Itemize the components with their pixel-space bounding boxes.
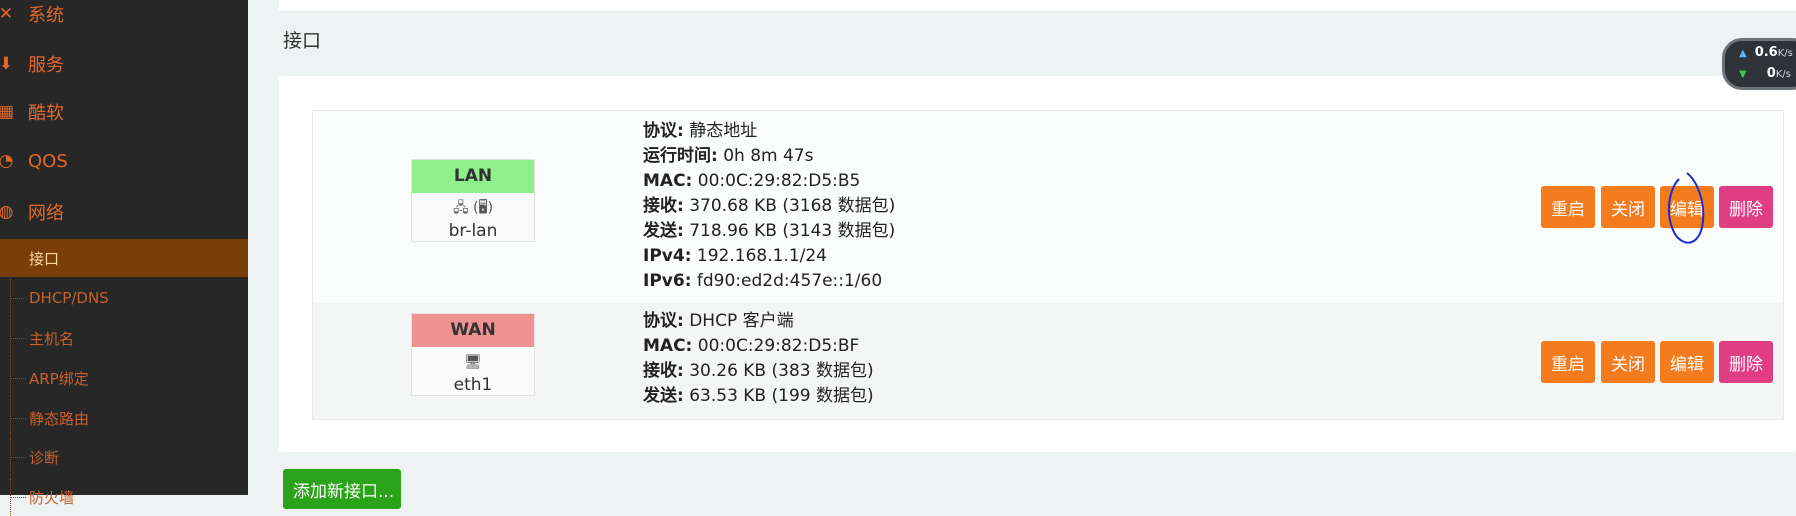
interface-badge-wan[interactable]: WAN 🖥 eth1 bbox=[411, 313, 535, 396]
annotation-circle bbox=[1667, 172, 1705, 244]
info-line: 协议: DHCP 客户端 bbox=[643, 311, 794, 331]
delete-button[interactable]: 删除 bbox=[1719, 186, 1773, 228]
interface-device: eth1 bbox=[453, 375, 493, 395]
interfaces-table: LAN 🖧 (🖥) br-lan 协议: 静态地址 运行时间: 0h 8m 47… bbox=[312, 110, 1784, 420]
gauge-icon: ◔ bbox=[0, 151, 14, 171]
submenu-label: DHCP/DNS bbox=[29, 289, 109, 307]
stop-button[interactable]: 关闭 bbox=[1601, 341, 1655, 383]
interface-row-lan: LAN 🖧 (🖥) br-lan 协议: 静态地址 运行时间: 0h 8m 47… bbox=[313, 111, 1783, 303]
sidebar-item-static-routes[interactable]: 静态路由 bbox=[0, 399, 248, 437]
edit-button[interactable]: 编辑 bbox=[1660, 341, 1714, 383]
menu-label: QOS bbox=[28, 150, 68, 172]
interface-name: LAN bbox=[412, 160, 534, 193]
network-device-icon: 🖧 (🖥) bbox=[452, 200, 494, 216]
interface-name: WAN bbox=[412, 314, 534, 347]
sidebar: ✕ 系统 ⬇ 服务 ▦ 酷软 ◔ QOS ◍ 网络 接口 DHCP/DNS 主机… bbox=[0, 0, 248, 516]
info-line: MAC: 00:0C:29:82:D5:BF bbox=[643, 336, 860, 356]
speed-widget[interactable]: ▲ 0.6K/s ▼ 0K/s bbox=[1722, 38, 1796, 90]
info-line: 协议: 静态地址 bbox=[643, 121, 758, 141]
submenu-label: ARP绑定 bbox=[29, 369, 89, 388]
menu-item-services[interactable]: ⬇ 服务 bbox=[0, 44, 248, 84]
sidebar-item-hostnames[interactable]: 主机名 bbox=[0, 319, 248, 357]
restart-button[interactable]: 重启 bbox=[1541, 341, 1595, 383]
sidebar-item-firewall[interactable]: 防火墙 bbox=[0, 478, 248, 516]
submenu-label: 诊断 bbox=[29, 448, 60, 467]
section-title: 接口 bbox=[283, 30, 322, 52]
interface-badge-lan[interactable]: LAN 🖧 (🖥) br-lan bbox=[411, 159, 535, 242]
info-line: MAC: 00:0C:29:82:D5:B5 bbox=[643, 171, 861, 191]
info-line: IPv6: fd90:ed2d:457e::1/60 bbox=[643, 271, 883, 291]
upload-speed: ▲ 0.6K/s bbox=[1739, 45, 1793, 60]
menu-label: 酷软 bbox=[28, 103, 64, 124]
info-line: 运行时间: 0h 8m 47s bbox=[643, 146, 814, 166]
info-line: 接收: 370.68 KB (3168 数据包) bbox=[643, 196, 896, 216]
interface-info-lan: 协议: 静态地址 运行时间: 0h 8m 47s MAC: 00:0C:29:8… bbox=[643, 119, 895, 294]
restart-button[interactable]: 重启 bbox=[1541, 186, 1595, 228]
sidebar-item-dhcp-dns[interactable]: DHCP/DNS bbox=[0, 279, 248, 317]
sidebar-item-diagnostics[interactable]: 诊断 bbox=[0, 438, 248, 476]
menu-item-qos[interactable]: ◔ QOS bbox=[0, 141, 248, 181]
info-line: 发送: 63.53 KB (199 数据包) bbox=[643, 386, 874, 406]
menu-item-network[interactable]: ◍ 网络 bbox=[0, 192, 248, 232]
interface-device: br-lan bbox=[448, 221, 498, 241]
submenu-label: 接口 bbox=[29, 249, 60, 268]
add-interface-button[interactable]: 添加新接口... bbox=[283, 469, 401, 509]
info-line: 接收: 30.26 KB (383 数据包) bbox=[643, 361, 874, 381]
download-arrow-icon: ▼ bbox=[1739, 69, 1747, 80]
sidebar-item-arp-binding[interactable]: ARP绑定 bbox=[0, 359, 248, 397]
upload-arrow-icon: ▲ bbox=[1739, 48, 1747, 59]
submenu-label: 防火墙 bbox=[29, 488, 75, 507]
stop-button[interactable]: 关闭 bbox=[1601, 186, 1655, 228]
interface-row-wan: WAN 🖥 eth1 协议: DHCP 客户端 MAC: 00:0C:29:82… bbox=[313, 303, 1783, 419]
sidebar-item-interfaces[interactable]: 接口 bbox=[0, 239, 248, 277]
menu-item-system[interactable]: ✕ 系统 bbox=[0, 0, 248, 34]
menu-label: 系统 bbox=[28, 5, 64, 26]
interface-info-wan: 协议: DHCP 客户端 MAC: 00:0C:29:82:D5:BF 接收: … bbox=[643, 309, 874, 409]
menu-label: 服务 bbox=[28, 55, 64, 76]
info-line: IPv4: 192.168.1.1/24 bbox=[643, 246, 828, 266]
submenu-label: 主机名 bbox=[29, 329, 75, 348]
menu-label: 网络 bbox=[28, 203, 64, 224]
grid-icon: ▦ bbox=[0, 102, 15, 122]
submenu-label: 静态路由 bbox=[29, 409, 90, 428]
globe-icon: ◍ bbox=[0, 202, 14, 222]
info-line: 发送: 718.96 KB (3143 数据包) bbox=[643, 221, 896, 241]
download-speed: ▼ 0K/s bbox=[1739, 66, 1791, 81]
ethernet-icon: 🖥 bbox=[464, 354, 482, 370]
wrench-icon: ✕ bbox=[0, 4, 14, 24]
menu-item-software[interactable]: ▦ 酷软 bbox=[0, 92, 248, 132]
download-icon: ⬇ bbox=[0, 54, 14, 74]
delete-button[interactable]: 删除 bbox=[1719, 341, 1773, 383]
top-card bbox=[279, 0, 1796, 12]
